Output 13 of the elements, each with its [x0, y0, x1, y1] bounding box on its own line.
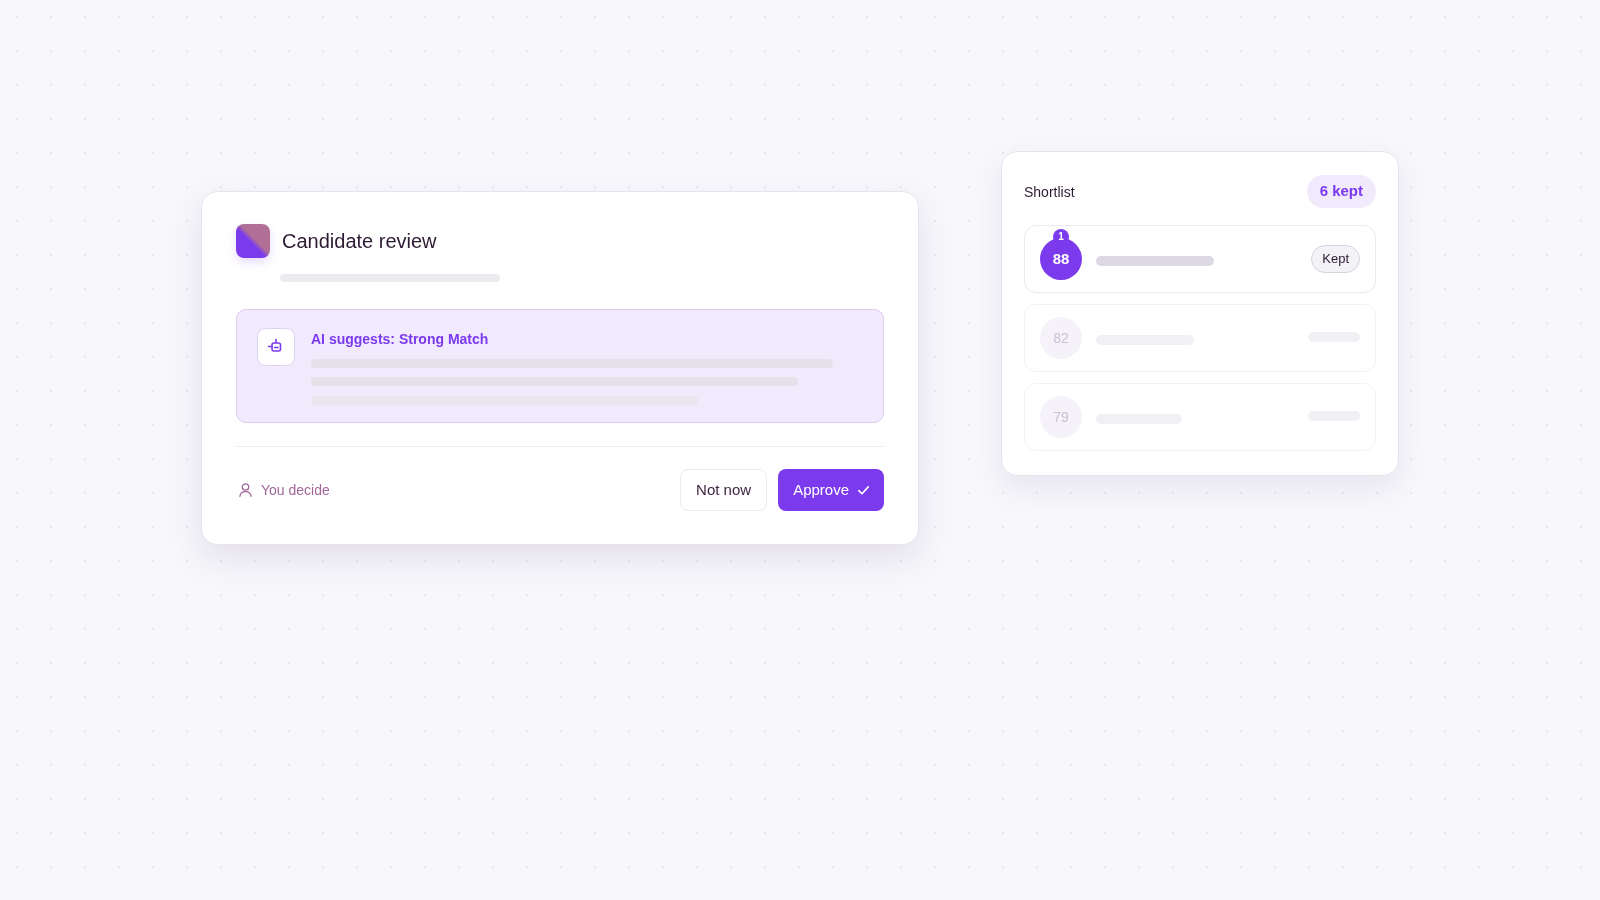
dismiss-button[interactable]: Not now: [680, 469, 768, 511]
app-icon: [236, 224, 270, 258]
shortlist-title: Shortlist: [1024, 182, 1075, 202]
approve-button[interactable]: Approve: [778, 469, 884, 511]
footer-note: You decide: [261, 481, 330, 500]
suggestion-title: AI suggests: Strong Match: [311, 330, 490, 349]
check-icon: [858, 485, 869, 495]
candidate-row[interactable]: 88 1 Kept: [1024, 225, 1376, 293]
person-icon: [239, 483, 252, 497]
card-title: Candidate review: [282, 229, 437, 254]
robot-icon: [257, 328, 295, 366]
kept-count-pill: 6 kept: [1306, 175, 1376, 208]
status-tag: Kept: [1311, 245, 1360, 273]
